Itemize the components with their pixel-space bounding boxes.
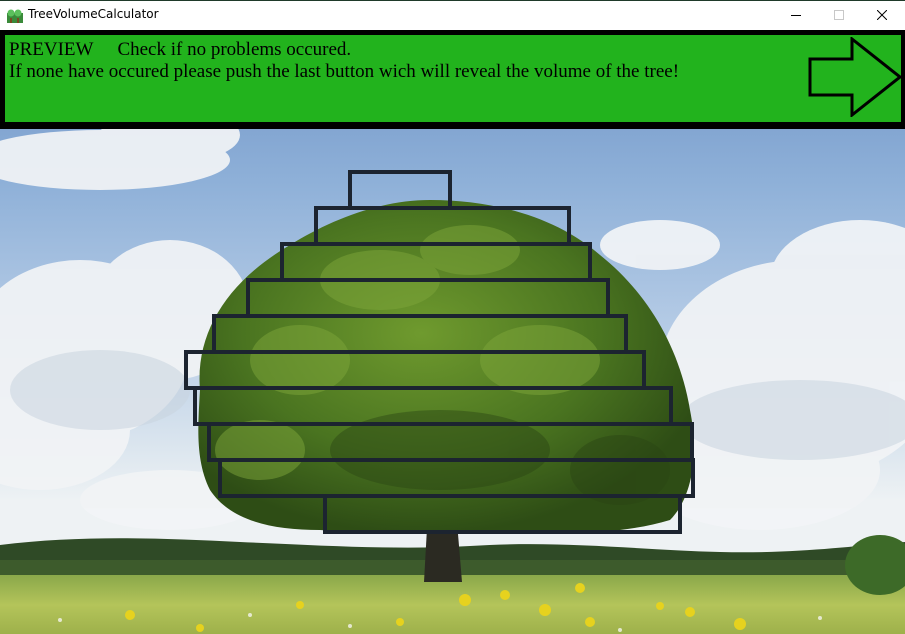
instruction-line-2: If none have occured please push the las… [9,61,680,82]
app-window: TreeVolumeCalculator PREVIEW Check if no… [0,0,905,634]
tree-preview-area: PREVIEW Check if no problems occured. If … [0,30,905,634]
title-bar[interactable]: TreeVolumeCalculator [0,0,905,30]
close-icon [877,10,887,20]
maximize-icon [834,10,844,20]
minimize-icon [791,15,801,16]
preview-banner: PREVIEW Check if no problems occured. If … [0,30,905,129]
reveal-volume-button[interactable] [808,35,903,119]
banner-text: PREVIEW Check if no problems occured. If … [9,39,679,83]
maximize-button[interactable] [816,1,862,30]
right-arrow-icon [808,35,903,119]
minimize-button[interactable] [773,1,819,30]
instruction-line-1: Check if no problems occured. [117,39,352,60]
close-button[interactable] [859,1,905,30]
banner-panel: PREVIEW Check if no problems occured. If … [5,35,903,122]
window-title: TreeVolumeCalculator [28,7,159,21]
tree-app-icon [7,9,23,23]
mode-label: PREVIEW [9,39,94,60]
